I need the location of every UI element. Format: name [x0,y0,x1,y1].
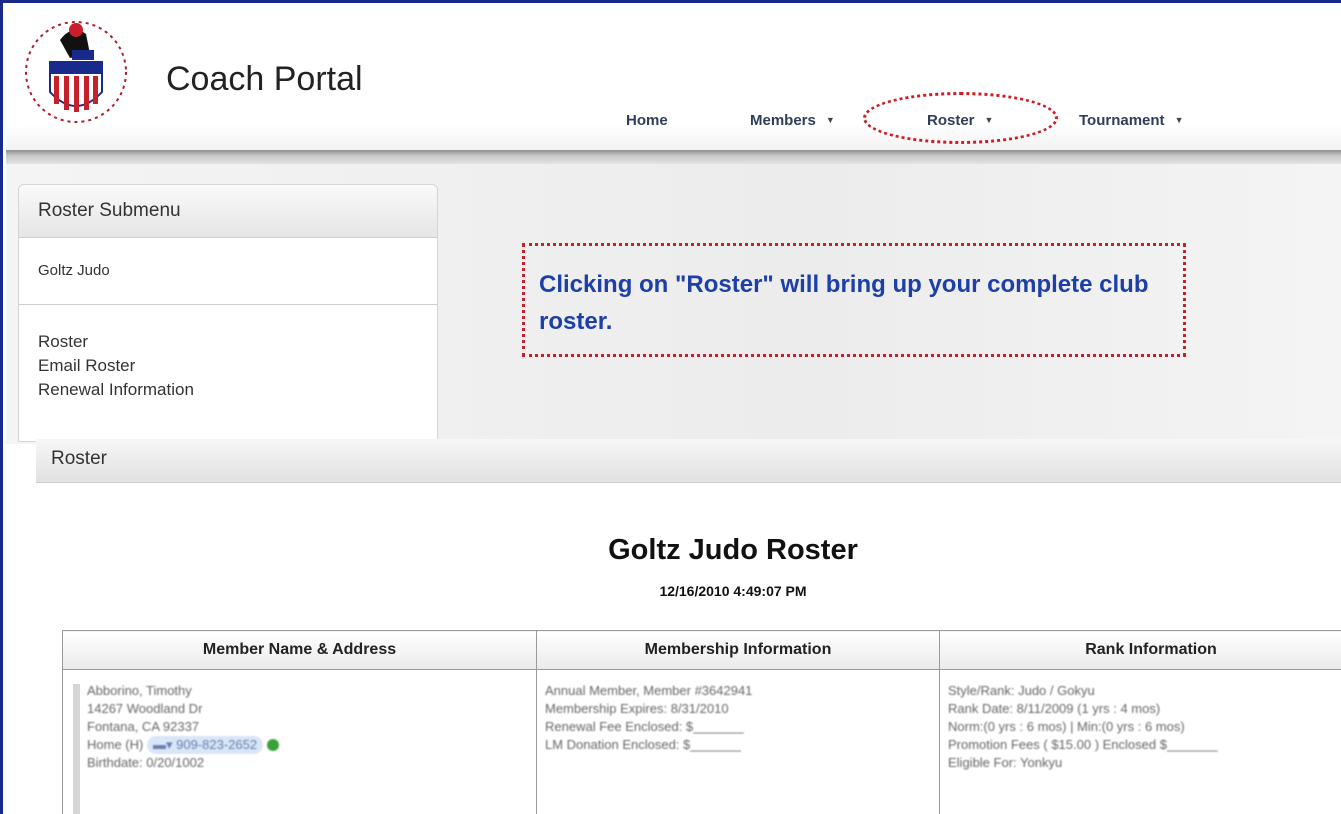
roster-section-header: Roster [36,439,1341,483]
chevron-down-icon: ▼ [1174,115,1184,125]
submenu-club-name: Goltz Judo [19,238,437,305]
member-street: 14267 Woodland Dr [87,701,203,716]
promotion-fees: Promotion Fees ( $15.00 ) Enclosed $____… [948,737,1218,752]
submenu-link-email-roster[interactable]: Email Roster [38,354,437,378]
column-header-rank: Rank Information [939,630,1341,670]
roster-document-title: Goltz Judo Roster [608,534,858,566]
nav-home-label: Home [626,112,668,129]
submenu-link-roster[interactable]: Roster [38,330,437,354]
eligible-for: Eligible For: Yonkyu [948,755,1063,770]
app-window: Coach Portal Home Members ▼ Roster ▼ Tourn… [0,0,1341,814]
table-header-row: Member Name & Address Membership Informa… [62,630,1341,670]
member-phone-line: Home (H) ▬▾ 909-823-2652 [87,736,536,754]
member-city: Fontana, CA 92337 [87,719,200,734]
chevron-down-icon: ▼ [825,115,835,125]
renewal-fee: Renewal Fee Enclosed: $_______ [545,719,744,734]
submenu-title: Roster Submenu [19,185,437,238]
member-phone-number[interactable]: ▬▾ 909-823-2652 [146,736,264,754]
submenu-links: Roster Email Roster Renewal Information [19,305,437,402]
member-birthdate: Birthdate: 0/20/1002 [87,755,205,770]
table-row: Abborino, Timothy 14267 Woodland Dr Font… [62,669,1341,814]
membership-cell: Annual Member, Member #3642941 Membershi… [536,669,940,814]
column-header-member: Member Name & Address [62,630,537,670]
top-header: Coach Portal Home Members ▼ Roster ▼ Tourn… [6,6,1341,154]
membership-expires: Membership Expires: 8/31/2010 [545,701,729,716]
roster-section-title: Roster [51,448,107,469]
nav-members-label: Members [750,112,816,129]
member-phone-digits: 909-823-2652 [176,737,258,752]
nav-tournament-label: Tournament [1079,112,1165,129]
main-nav: Home Members ▼ Roster ▼ Tournament ▼ [6,112,1341,136]
lm-donation: LM Donation Enclosed: $_______ [545,737,741,752]
rank-style: Style/Rank: Judo / Gokyu [948,683,1095,698]
usja-shield-logo [25,21,127,123]
rank-cell: Style/Rank: Judo / Gokyu Rank Date: 8/11… [939,669,1341,814]
call-icon[interactable] [266,739,279,751]
submenu-link-renewal-information[interactable]: Renewal Information [38,378,437,402]
nav-members[interactable]: Members ▼ [750,112,835,129]
member-name: Abborino, Timothy [87,683,192,698]
roster-highlight-ring [863,92,1058,144]
instruction-callout: Clicking on "Roster" will bring up your … [522,243,1186,357]
roster-document-date: 12/16/2010 4:49:07 PM [659,583,807,599]
nav-home[interactable]: Home [626,112,668,129]
app-title: Coach Portal [166,60,363,98]
header-divider [6,150,1341,164]
member-cell: Abborino, Timothy 14267 Woodland Dr Font… [62,669,537,814]
rank-norm: Norm:(0 yrs : 6 mos) | Min:(0 yrs : 6 mo… [948,719,1185,734]
callout-text: Clicking on "Roster" will bring up your … [539,271,1149,335]
member-indent-bar [73,684,80,814]
roster-submenu: Roster Submenu Goltz Judo Roster Email R… [18,184,438,442]
nav-tournament[interactable]: Tournament ▼ [1079,112,1183,129]
rank-date: Rank Date: 8/11/2009 (1 yrs : 4 mos) [948,701,1161,716]
flag-icon: ▬▾ [152,737,177,752]
membership-type: Annual Member, Member #3642941 [545,683,753,698]
column-header-membership: Membership Information [536,630,940,670]
member-phone-label: Home (H) [87,737,144,752]
roster-table: Member Name & Address Membership Informa… [62,630,1341,814]
